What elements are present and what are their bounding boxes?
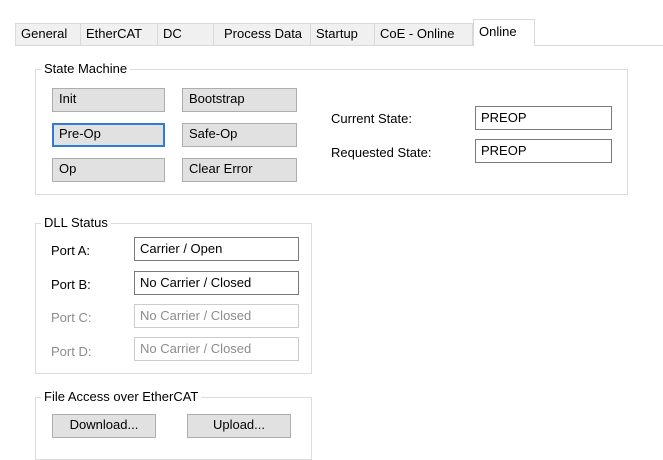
tab-startup[interactable]: Startup: [310, 23, 375, 45]
file-access-title: File Access over EtherCAT: [44, 389, 199, 404]
port-d-label: Port D:: [51, 344, 92, 359]
port-c-field: No Carrier / Closed: [134, 304, 299, 328]
tab-dc[interactable]: DC: [157, 23, 214, 45]
port-d-field: No Carrier / Closed: [134, 337, 299, 361]
tab-bar-divider: [15, 45, 663, 46]
safeop-button[interactable]: Safe-Op: [182, 123, 297, 147]
upload-button[interactable]: Upload...: [187, 414, 291, 438]
current-state-label: Current State:: [331, 111, 412, 126]
port-a-field: Carrier / Open: [134, 237, 299, 261]
current-state-field: PREOP: [475, 106, 612, 130]
tab-coe-online[interactable]: CoE - Online: [374, 23, 473, 45]
init-button[interactable]: Init: [52, 88, 165, 112]
tab-ethercat[interactable]: EtherCAT: [80, 23, 158, 45]
tab-online[interactable]: Online: [473, 19, 535, 46]
port-b-label: Port B:: [51, 277, 91, 292]
dll-status-title: DLL Status: [44, 215, 108, 230]
op-button[interactable]: Op: [52, 158, 165, 182]
port-c-label: Port C:: [51, 310, 92, 325]
tab-general[interactable]: General: [15, 23, 81, 45]
port-b-field: No Carrier / Closed: [134, 271, 299, 295]
state-machine-title: State Machine: [44, 61, 128, 76]
clear-error-button[interactable]: Clear Error: [182, 158, 297, 182]
bootstrap-button[interactable]: Bootstrap: [182, 88, 297, 112]
requested-state-field: PREOP: [475, 139, 612, 163]
requested-state-label: Requested State:: [331, 145, 432, 160]
preop-button[interactable]: Pre-Op: [52, 123, 165, 147]
download-button[interactable]: Download...: [52, 414, 156, 438]
tab-bar: General EtherCAT DC Process Data Startup…: [15, 19, 663, 46]
port-a-label: Port A:: [51, 243, 91, 258]
tab-process-data[interactable]: Process Data: [213, 23, 311, 45]
